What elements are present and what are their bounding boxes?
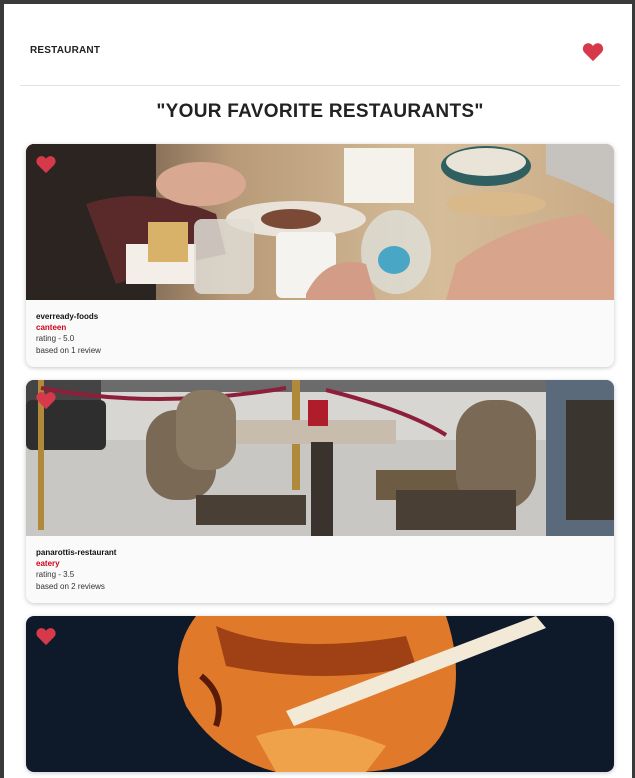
restaurant-type: eatery (36, 559, 60, 568)
restaurant-card[interactable]: everready-foods canteen rating - 5.0 bas… (26, 144, 614, 367)
heart-icon[interactable] (582, 42, 604, 62)
heart-icon[interactable] (35, 155, 57, 174)
restaurant-photo (26, 616, 614, 772)
heart-icon[interactable] (35, 391, 57, 410)
brand-logo-text[interactable]: RESTAURANT (30, 45, 100, 56)
top-navbar: RESTAURANT (20, 30, 620, 86)
restaurant-review-count: based on 2 reviews (36, 582, 105, 591)
page-title: "YOUR FAVORITE RESTAURANTS" (156, 101, 484, 122)
heart-icon[interactable] (35, 627, 57, 646)
restaurant-photo (26, 144, 614, 300)
restaurant-rating: rating - 5.0 (36, 334, 75, 343)
restaurant-info: panarottis-restaurant eatery rating - 3.… (26, 536, 614, 603)
restaurant-photo (26, 380, 614, 536)
restaurant-info: everready-foods canteen rating - 5.0 bas… (26, 300, 614, 367)
window-frame-top (0, 0, 635, 4)
restaurant-name[interactable]: everready-foods (36, 311, 604, 322)
restaurant-name[interactable]: panarottis-restaurant (36, 547, 604, 558)
restaurant-review-count: based on 1 review (36, 346, 101, 355)
restaurant-card[interactable] (26, 616, 614, 772)
restaurant-rating: rating - 3.5 (36, 570, 75, 579)
restaurant-type: canteen (36, 323, 67, 332)
restaurant-card[interactable]: panarottis-restaurant eatery rating - 3.… (26, 380, 614, 603)
